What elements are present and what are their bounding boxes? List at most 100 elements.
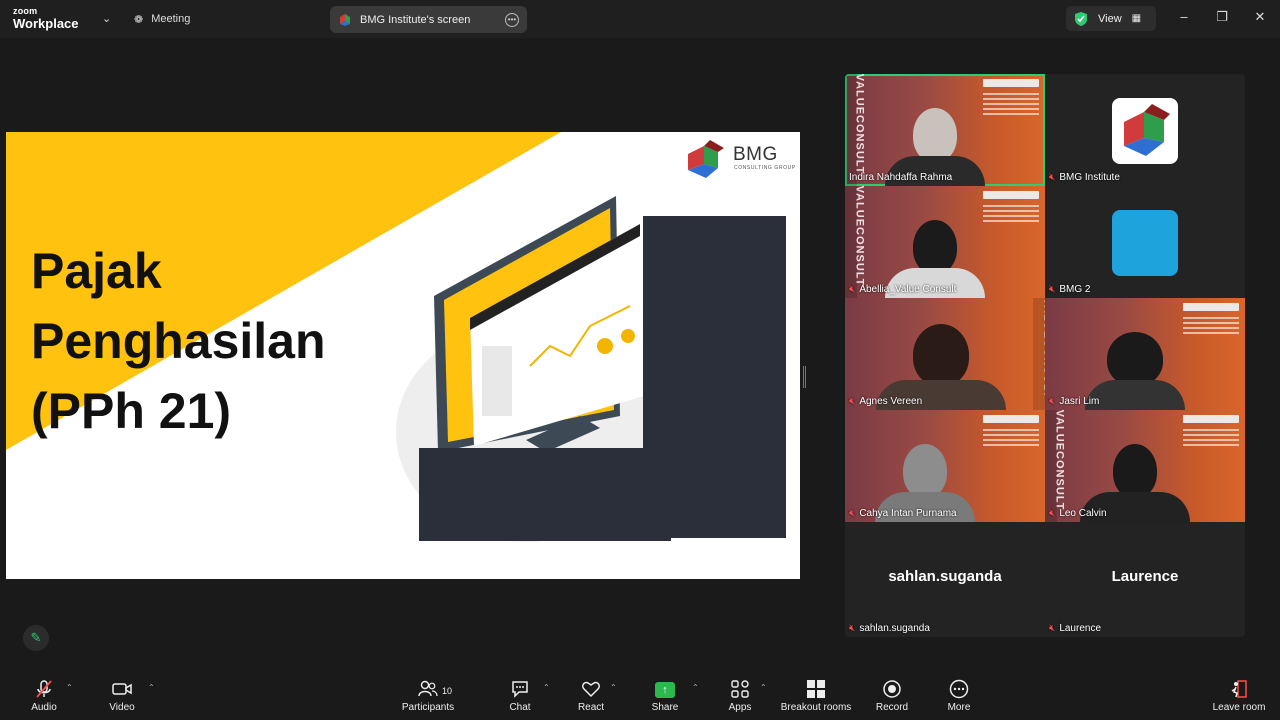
chat-button[interactable]: Chat [503, 678, 537, 713]
tile-watermark-strip: VALUECONSULT [845, 74, 865, 186]
mic-muted-icon: 🔇︎ [849, 623, 856, 634]
participant-tile[interactable]: 🔇︎ BMG Institute [1045, 74, 1245, 186]
record-label: Record [875, 702, 909, 713]
participant-tile[interactable]: sahlan.suganda 🔇︎ sahlan.suganda [845, 522, 1045, 637]
screen-share-label: BMG Institute's screen [360, 13, 471, 26]
record-button[interactable]: Record [874, 678, 910, 713]
participants-count: 10 [442, 686, 453, 696]
virtual-background-poster [983, 191, 1039, 271]
chevron-up-icon[interactable]: ⌃ [543, 683, 550, 692]
participant-name: 🔇︎ Leo Calvin [1049, 508, 1107, 519]
tile-watermark-strip: VALUECONSULT [1045, 410, 1065, 522]
virtual-background-poster [983, 415, 1039, 495]
more-button[interactable]: More [942, 678, 976, 713]
share-screen-icon: ↑ [655, 682, 675, 698]
participant-tile[interactable]: 🔇︎ Jasri Lim [1045, 298, 1245, 410]
chat-icon [503, 678, 537, 700]
participant-tile[interactable]: 🔇︎ Cahya Intan Purnama [845, 410, 1045, 522]
meeting-toolbar: Audio ⌃ Video ⌃ 10 Participants Chat ⌃ R… [0, 670, 1280, 720]
audio-button[interactable]: Audio [26, 678, 62, 713]
chevron-up-icon[interactable]: ⌃ [148, 683, 155, 692]
chevron-down-icon[interactable]: ⌄ [102, 12, 111, 25]
participants-button[interactable]: 10 Participants [398, 678, 458, 713]
meeting-label: Meeting [151, 13, 191, 25]
breakout-rooms-button[interactable]: Breakout rooms [776, 678, 856, 713]
participant-gallery: VALUECONSULT Indira Nahdaffa Rahma 🔇︎ BMG… [845, 74, 1245, 637]
mic-muted-icon: 🔇︎ [1049, 172, 1056, 183]
participant-tile[interactable]: VALUECONSULT Indira Nahdaffa Rahma [845, 74, 1045, 186]
breakout-rooms-icon [776, 678, 856, 700]
more-icon [942, 678, 976, 700]
leave-room-label: Leave room [1212, 702, 1266, 713]
brand-name: BMG [733, 144, 778, 165]
mic-muted-icon: 🔇︎ [849, 396, 856, 407]
audio-label: Audio [31, 702, 57, 713]
bmg-logo-icon [688, 140, 724, 178]
record-icon [874, 678, 910, 700]
mic-muted-icon [26, 678, 62, 700]
participant-name: 🔇︎ Jasri Lim [1049, 396, 1100, 407]
participants-label: Participants [401, 702, 455, 713]
participants-icon: 10 [398, 678, 458, 700]
tile-watermark: VALUECONSULT [1053, 410, 1066, 511]
participant-display-name: sahlan.suganda [888, 568, 1002, 585]
tile-watermark: VALUECONSULT [853, 74, 866, 175]
participant-tile[interactable]: VALUECONSULT 🔇︎ Abellia_Value Consult [845, 186, 1045, 298]
share-label: Share [651, 702, 679, 713]
leave-room-button[interactable]: Leave room [1208, 678, 1270, 713]
virtual-background-poster [1183, 303, 1239, 383]
share-button[interactable]: ↑ Share [648, 678, 682, 713]
view-button[interactable]: View ▦ [1066, 6, 1156, 31]
brand-subtitle: CONSULTING GROUP [734, 165, 796, 171]
mic-muted-icon: 🔇︎ [1049, 396, 1056, 407]
apps-button[interactable]: Apps [723, 678, 757, 713]
virtual-background-poster [983, 79, 1039, 159]
leave-icon [1208, 678, 1270, 700]
react-button[interactable]: React [574, 678, 608, 713]
chevron-up-icon[interactable]: ⌃ [610, 683, 617, 692]
mic-muted-icon: 🔇︎ [849, 508, 856, 519]
participant-name: 🔇︎ Cahya Intan Purnama [849, 508, 957, 519]
apps-label: Apps [728, 702, 752, 713]
participant-name: 🔇︎ BMG Institute [1049, 172, 1120, 183]
participant-display-name: Laurence [1111, 568, 1179, 585]
participant-name: Indira Nahdaffa Rahma [849, 172, 953, 183]
participant-name: 🔇︎ BMG 2 [1049, 284, 1091, 295]
participant-name: 🔇︎ Laurence [1049, 623, 1102, 634]
participant-name: 🔇︎ Agnes Vereen [849, 396, 923, 407]
participant-tile[interactable]: VALUECONSULT 🔇︎ Leo Calvin [1045, 410, 1245, 522]
annotate-pencil-icon[interactable]: ✎ [23, 625, 49, 651]
mic-muted-icon: 🔇︎ [1049, 284, 1056, 295]
slide-title-line-3: (PPh 21) [31, 383, 232, 439]
maximize-button[interactable]: ❐ [1212, 9, 1232, 25]
virtual-background-poster [1183, 415, 1239, 495]
minimize-button[interactable]: – [1174, 9, 1194, 24]
chevron-up-icon[interactable]: ⌃ [66, 683, 73, 692]
zoom-logo[interactable]: zoom Workplace [13, 6, 79, 31]
react-label: React [577, 702, 605, 713]
mic-muted-icon: 🔇︎ [849, 284, 856, 295]
participant-tile[interactable]: VALUECONSULT 🔇︎ Agnes Vereen [845, 298, 1045, 410]
close-button[interactable]: ✕ [1250, 9, 1270, 25]
chevron-up-icon[interactable]: ⌃ [760, 683, 767, 692]
logo-top: zoom [13, 6, 38, 16]
tile-watermark-strip: VALUECONSULT [1033, 298, 1045, 410]
more-options-icon[interactable]: ••• [505, 12, 519, 27]
resize-handle[interactable] [803, 366, 806, 388]
participant-tile[interactable]: 🔇︎ BMG 2 [1045, 186, 1245, 298]
apps-icon [723, 678, 757, 700]
chat-label: Chat [509, 702, 531, 713]
bmg-logo-icon [340, 13, 350, 26]
redacted-block [419, 448, 671, 541]
shared-screen: Pajak Penghasilan (PPh 21) BMG CONSULTIN… [6, 132, 800, 579]
chevron-up-icon[interactable]: ⌃ [692, 683, 699, 692]
participant-tile[interactable]: Laurence 🔇︎ Laurence [1045, 522, 1245, 637]
screen-share-indicator[interactable]: BMG Institute's screen ••• [330, 6, 527, 33]
logo-bottom: Workplace [13, 16, 79, 31]
meeting-button[interactable]: ❁ Meeting [134, 10, 190, 28]
mic-muted-icon: 🔇︎ [1049, 508, 1056, 519]
more-label: More [947, 702, 971, 713]
slide-title-line-1: Pajak [31, 243, 162, 299]
video-button[interactable]: Video [104, 678, 140, 713]
grid-view-icon: ▦ [1131, 13, 1142, 24]
